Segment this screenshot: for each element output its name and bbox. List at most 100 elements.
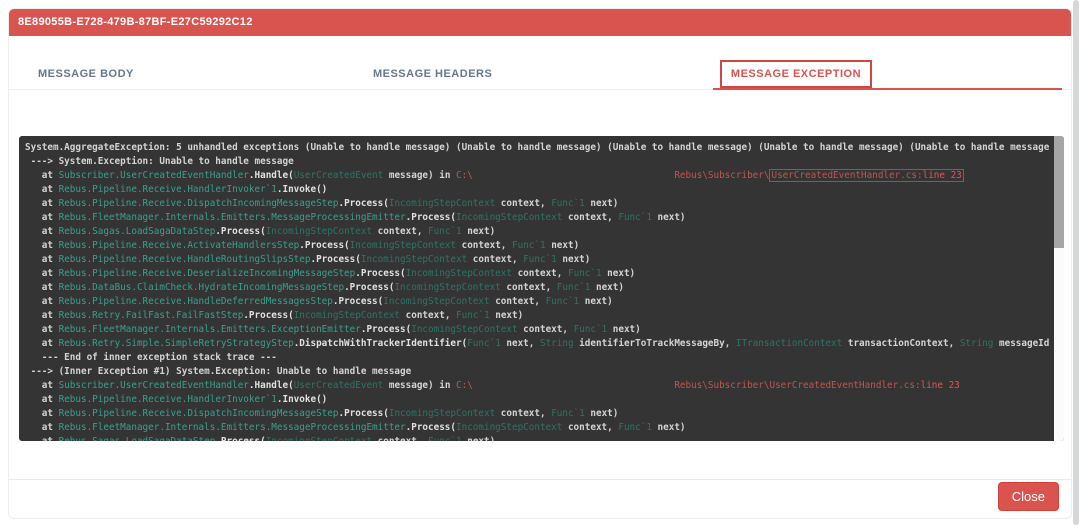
stack-trace-line: at Subscriber.UserCreatedEventHandler.Ha…	[25, 169, 1050, 183]
exception-scrollbar-thumb[interactable]	[1054, 136, 1064, 248]
stack-trace-segment: Rebus\Subscriber\	[674, 380, 769, 391]
stack-trace-segment: at	[25, 268, 59, 279]
stack-trace-segment: Rebus.Pipeline.Receive.DeserializeIncomi…	[59, 268, 356, 279]
stack-trace-segment: IncomingStepContext	[383, 296, 489, 307]
stack-trace-segment: identifierToTrackMessageBy,	[574, 338, 736, 349]
stack-trace-segment: Func`1	[557, 282, 591, 293]
stack-trace-segment: ITransactionContext	[736, 338, 842, 349]
stack-trace-line: at Rebus.Sagas.LoadSagaDataStep.Process(…	[25, 435, 1050, 441]
stack-trace-segment: Func`1	[467, 338, 501, 349]
stack-trace-line: at Rebus.Pipeline.Receive.HandleRoutingS…	[25, 253, 1050, 267]
stack-trace-segment: .Process(	[243, 310, 293, 321]
stack-trace-segment: line 23	[921, 380, 960, 391]
message-id-title: 8E89055B-E728-479B-87BF-E27C59292C12	[18, 16, 253, 28]
stack-trace-segment: Rebus.Sagas.LoadSagaDataStep	[59, 226, 216, 237]
stack-trace-segment: Func`1	[428, 436, 462, 441]
stack-trace-segment: .Handle(	[249, 380, 294, 391]
stack-trace-segment: line 23	[923, 170, 962, 181]
stack-trace-line: at Subscriber.UserCreatedEventHandler.Ha…	[25, 379, 1050, 393]
stack-trace-segment: .Process(	[361, 324, 411, 335]
tab-message-exception[interactable]: MESSAGE EXCEPTION	[713, 60, 1064, 90]
stack-trace-segment: .Handle(	[249, 170, 294, 181]
stack-trace-segment: context,	[512, 268, 568, 279]
stack-trace-segment: .Invoke()	[277, 184, 327, 195]
stack-trace-line: --- End of inner exception stack trace -…	[25, 351, 1050, 365]
stack-trace-segment: ---> System.Exception: Unable to handle …	[25, 156, 294, 167]
stack-trace-segment: String	[540, 338, 574, 349]
stack-trace-segment: context,	[372, 436, 428, 441]
stack-trace-segment: at	[25, 198, 59, 209]
stack-trace-segment: UserCreatedEventHandler.cs:	[769, 380, 920, 391]
stack-trace-segment: at	[25, 282, 59, 293]
stack-trace-segment: context,	[372, 226, 428, 237]
stack-trace-segment: System.AggregateException: 5 unhandled e…	[25, 142, 1050, 153]
stack-trace-segment: .Process(	[338, 408, 388, 419]
stack-trace-segment: Rebus.Pipeline.Receive.HandlerInvoker`1	[59, 394, 277, 405]
exception-scrollbar-track[interactable]	[1054, 136, 1064, 441]
stack-trace-segment: at	[25, 408, 59, 419]
stack-trace-segment: at	[25, 296, 59, 307]
stack-trace-segment: .Process(	[215, 226, 265, 237]
stack-trace-segment: .Process(	[310, 254, 360, 265]
stack-trace-segment: transactionContext,	[842, 338, 960, 349]
message-detail-modal: 8E89055B-E728-479B-87BF-E27C59292C12 MES…	[8, 8, 1072, 519]
stack-trace-segment: IncomingStepContext	[361, 254, 467, 265]
stack-trace-segment: next)	[579, 296, 613, 307]
stack-trace-line: at Rebus.Pipeline.Receive.DeserializeInc…	[25, 267, 1050, 281]
stack-trace-segment: Rebus.Pipeline.Receive.HandleDeferredMes…	[59, 296, 333, 307]
stack-trace-line: at Rebus.Retry.FailFast.FailFastStep.Pro…	[25, 309, 1050, 323]
stack-trace-segment: Func`1	[618, 212, 652, 223]
stack-trace-line: ---> System.Exception: Unable to handle …	[25, 155, 1050, 169]
tab-message-exception-label: MESSAGE EXCEPTION	[731, 68, 861, 80]
tab-bar: MESSAGE BODY MESSAGE HEADERS MESSAGE EXC…	[11, 60, 1064, 90]
stack-trace-segment: Func`1	[456, 310, 490, 321]
stack-trace-segment: IncomingStepContext	[456, 422, 562, 433]
stack-trace-line: ---> (Inner Exception #1) System.Excepti…	[25, 365, 1050, 379]
page-scrollbar[interactable]	[1073, 0, 1079, 525]
stack-trace-segment: ---> (Inner Exception #1) System.Excepti…	[25, 366, 411, 377]
stack-trace-segment: Rebus.Pipeline.Receive.ActivateHandlersS…	[59, 240, 300, 251]
stack-trace-segment: IncomingStepContext	[389, 408, 495, 419]
stack-trace-segment: --- End of inner exception stack trace -…	[25, 352, 277, 363]
stack-trace-segment: Rebus.FleetManager.Internals.Emitters.Me…	[59, 422, 406, 433]
stack-trace-segment: Rebus.Retry.Simple.SimpleRetryStrategySt…	[59, 338, 294, 349]
stack-trace-segment: .Process(	[215, 436, 265, 441]
stack-trace-line: at Rebus.Retry.Simple.SimpleRetryStrateg…	[25, 337, 1050, 351]
stack-trace-segment: at	[25, 226, 59, 237]
stack-trace-segment: next)	[590, 282, 624, 293]
stack-trace-segment: IncomingStepContext	[350, 240, 456, 251]
stack-trace-segment: Subscriber.UserCreatedEventHandler	[59, 380, 249, 391]
stack-trace-segment: UserCreatedEventHandler.cs:	[771, 170, 922, 181]
stack-trace-segment: String	[960, 338, 994, 349]
stack-trace-segment: next)	[652, 212, 686, 223]
stack-trace-segment: message) in	[383, 380, 456, 391]
stack-trace-segment: context,	[495, 408, 551, 419]
exception-panel[interactable]: System.AggregateException: 5 unhandled e…	[19, 136, 1064, 441]
stack-trace-segment: .Process(	[406, 212, 456, 223]
close-button[interactable]: Close	[998, 482, 1059, 511]
tab-message-headers-label: MESSAGE HEADERS	[373, 68, 492, 80]
stack-trace-line: at Rebus.FleetManager.Internals.Emitters…	[25, 211, 1050, 225]
stack-trace-segment: Func`1	[574, 324, 608, 335]
stack-trace-line: at Rebus.DataBus.ClaimCheck.HydrateIncom…	[25, 281, 1050, 295]
stack-trace-segment: C:\	[456, 380, 473, 391]
stack-trace-segment: Func`1	[512, 240, 546, 251]
tab-message-body[interactable]: MESSAGE BODY	[11, 60, 362, 90]
stack-trace-segment: .Process(	[355, 268, 405, 279]
stack-trace-line: at Rebus.Sagas.LoadSagaDataStep.Process(…	[25, 225, 1050, 239]
stack-trace-segment: context,	[495, 198, 551, 209]
stack-trace-segment	[473, 380, 675, 391]
stack-trace-segment: Func`1	[546, 296, 580, 307]
stack-trace-segment: at	[25, 324, 59, 335]
stack-trace-segment: Func`1	[523, 254, 557, 265]
stack-trace-segment: at	[25, 254, 59, 265]
stack-trace-segment: Func`1	[618, 422, 652, 433]
stack-trace-segment: at	[25, 436, 59, 441]
stack-trace-segment: Rebus.Pipeline.Receive.HandlerInvoker`1	[59, 184, 277, 195]
stack-trace-segment: IncomingStepContext	[411, 324, 517, 335]
stack-trace-segment: Func`1	[428, 226, 462, 237]
stack-trace-segment: .Process(	[406, 422, 456, 433]
modal-title-bar: 8E89055B-E728-479B-87BF-E27C59292C12	[9, 9, 1071, 36]
stack-trace-segment: Rebus.FleetManager.Internals.Emitters.Me…	[59, 212, 406, 223]
tab-message-headers[interactable]: MESSAGE HEADERS	[362, 60, 713, 90]
